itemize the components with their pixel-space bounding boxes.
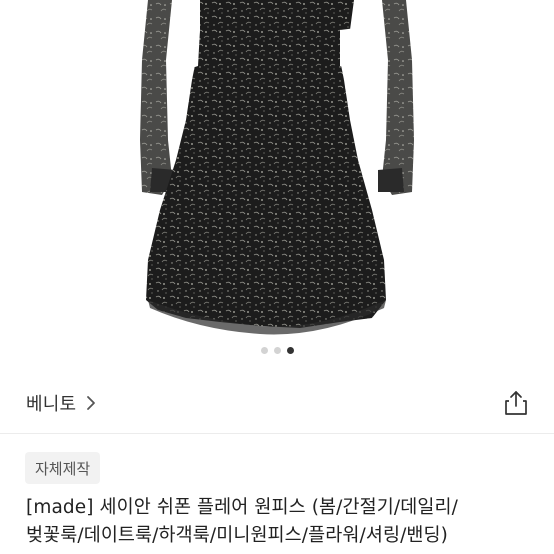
seller-link[interactable]: 베니토 (26, 390, 96, 416)
product-title-line: [made] 세이안 쉬폰 플레어 원피스 (봄/간절기/데일리/ (26, 497, 458, 518)
chevron-right-icon (87, 396, 96, 410)
product-badge: 자체제작 (25, 452, 101, 484)
share-icon[interactable] (502, 389, 530, 417)
carousel-dot[interactable] (260, 347, 268, 354)
seller-name: 베니토 (26, 394, 77, 415)
seller-row: 베니토 (26, 383, 530, 423)
product-title: [made] 세이안 쉬폰 플레어 원피스 (봄/간절기/데일리/ 벚꽃룩/데이… (26, 494, 536, 550)
dress-photo (140, 0, 414, 335)
divider (0, 433, 554, 434)
product-image[interactable] (0, 0, 554, 338)
carousel-indicator[interactable] (0, 347, 554, 355)
product-title-line: 벚꽃룩/데이트룩/하객룩/미니원피스/플라워/셔링/밴딩) (26, 525, 448, 546)
carousel-dot-active[interactable] (286, 347, 294, 354)
carousel-dot[interactable] (273, 347, 281, 354)
